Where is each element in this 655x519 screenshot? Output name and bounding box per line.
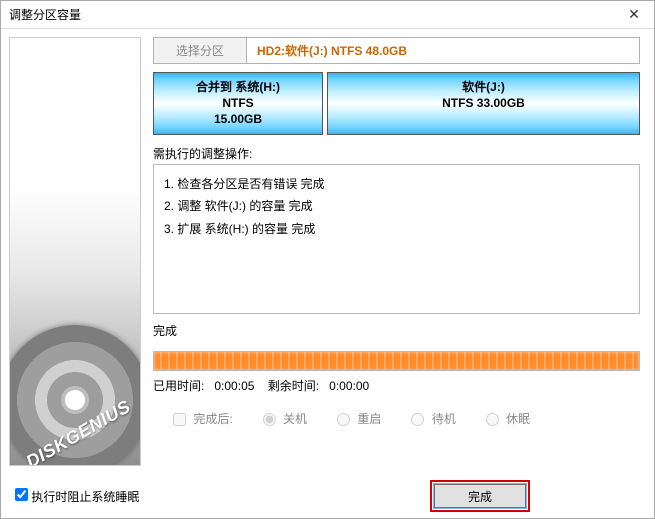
titlebar: 调整分区容量 ✕ [1,1,654,29]
elapsed-label: 已用时间: [153,379,204,393]
operation-step: 3. 扩展 系统(H:) 的容量 完成 [164,218,629,241]
time-line: 已用时间: 0:00:05 剩余时间: 0:00:00 [153,377,640,394]
after-complete-check-input[interactable] [173,413,186,426]
radio-shutdown-input[interactable] [263,413,276,426]
partition-a-fs: NTFS [156,95,320,111]
radio-reboot-input[interactable] [337,413,350,426]
partition-box-source[interactable]: 软件(J:) NTFS 33.00GB [327,72,640,135]
partition-b-size: NTFS 33.00GB [330,95,637,111]
prevent-sleep-input[interactable] [15,488,28,501]
main-panel: 选择分区 HD2:软件(J:) NTFS 48.0GB 合并到 系统(H:) N… [149,29,654,474]
progress-fill [154,352,639,370]
sidebar: DISKGENIUS [1,29,149,474]
operations-list: 1. 检查各分区是否有错误 完成 2. 调整 软件(J:) 的容量 完成 3. … [153,164,640,314]
radio-hibernate[interactable]: 休眠 [486,410,530,427]
radio-shutdown[interactable]: 关机 [263,410,307,427]
dialog-body: DISKGENIUS 选择分区 HD2:软件(J:) NTFS 48.0GB 合… [1,29,654,474]
operation-step: 2. 调整 软件(J:) 的容量 完成 [164,195,629,218]
disk-info-label: HD2:软件(J:) NTFS 48.0GB [247,37,640,63]
elapsed-value: 0:00:05 [214,379,254,393]
radio-standby[interactable]: 待机 [411,410,455,427]
prevent-sleep-label: 执行时阻止系统睡眠 [31,490,139,504]
status-text: 完成 [153,322,640,339]
after-complete-row: 完成后: 关机 重启 待机 休眠 [153,410,640,427]
footer: 执行时阻止系统睡眠 完成 [1,474,654,518]
tab-select-partition[interactable]: 选择分区 [153,37,247,63]
prevent-sleep-checkbox[interactable]: 执行时阻止系统睡眠 [15,488,139,505]
tabs-row: 选择分区 HD2:软件(J:) NTFS 48.0GB [153,37,640,64]
radio-standby-input[interactable] [411,413,424,426]
progress-bar [153,351,640,371]
partition-a-size: 15.00GB [156,111,320,127]
partition-a-title: 合并到 系统(H:) [156,79,320,95]
remain-label: 剩余时间: [268,379,319,393]
hdd-illustration: DISKGENIUS [9,37,141,466]
operations-label: 需执行的调整操作: [153,145,640,162]
operation-step: 1. 检查各分区是否有错误 完成 [164,173,629,196]
partition-b-title: 软件(J:) [330,79,637,95]
radio-hibernate-input[interactable] [486,413,499,426]
window-title: 调整分区容量 [9,6,622,23]
after-complete-checkbox[interactable]: 完成后: [173,410,233,427]
partition-visual-row: 合并到 系统(H:) NTFS 15.00GB 软件(J:) NTFS 33.0… [153,72,640,135]
radio-reboot[interactable]: 重启 [337,410,381,427]
after-complete-label: 完成后: [193,412,232,426]
remain-value: 0:00:00 [329,379,369,393]
close-icon[interactable]: ✕ [622,6,646,23]
dialog-window: 调整分区容量 ✕ DISKGENIUS 选择分区 HD2:软件(J:) NTFS… [0,0,655,519]
partition-box-merge-target[interactable]: 合并到 系统(H:) NTFS 15.00GB [153,72,323,135]
finish-button-highlight: 完成 [430,480,530,512]
finish-button[interactable]: 完成 [434,484,526,508]
